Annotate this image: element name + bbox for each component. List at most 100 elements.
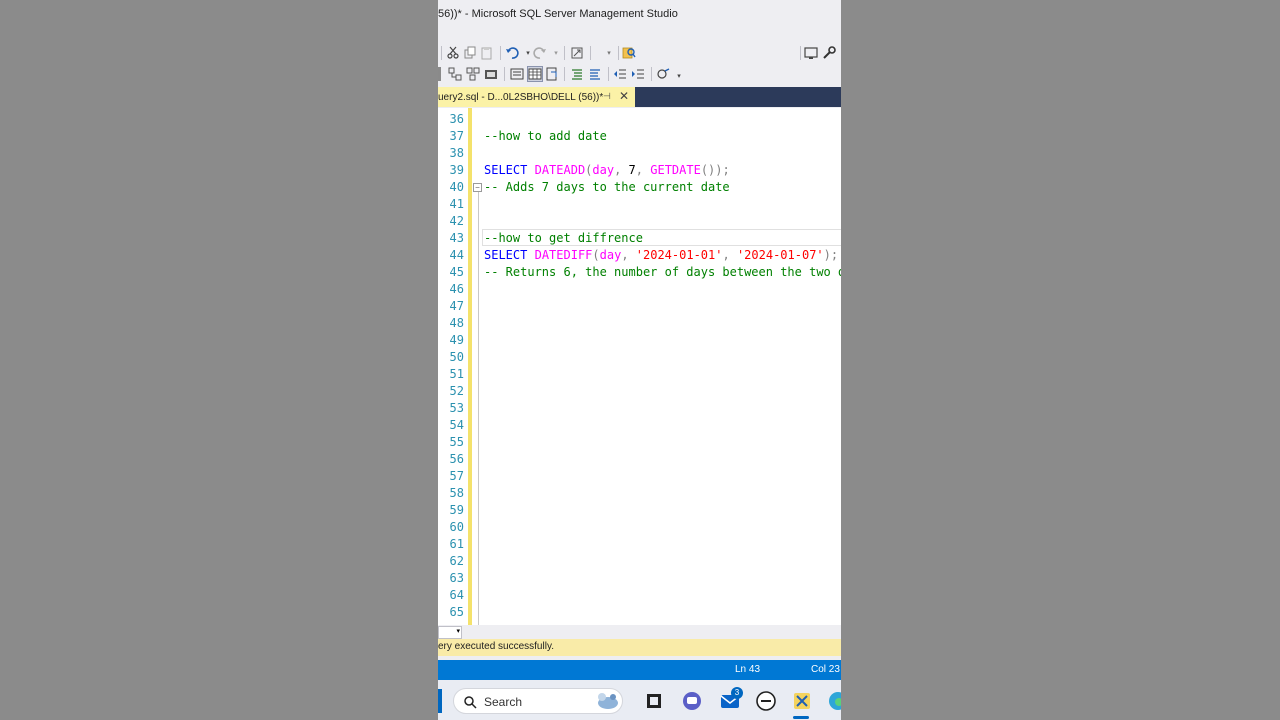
find-icon[interactable] [622,46,636,60]
toolbar-separator [590,46,591,60]
search-highlight-icon [598,693,618,709]
connect-icon[interactable] [448,67,462,81]
line-number: 40 [449,180,464,194]
specify-template-values-icon[interactable] [656,67,670,81]
toolbar-separator [564,67,565,81]
string-literal: '2024-01-01' [635,248,723,262]
line-number: 51 [449,367,464,381]
increase-indent-icon[interactable] [631,67,645,81]
code-line-39: SELECT DATEADD(day, 7, GETDATE()); [484,162,730,179]
solution-config-dropdown-icon[interactable]: ▾ [602,46,616,60]
background-left [0,0,438,720]
line-indicator: Ln 43 [735,664,761,675]
toolbar-separator [618,46,619,60]
standard-toolbar: ▾ ▾ ▾ # ▾ [438,42,841,102]
collapse-icon[interactable]: − [473,183,482,192]
toolbar-overflow-icon[interactable]: ▾ [672,69,686,83]
sql-editor-toolbar: ▾ [438,64,841,84]
undo-icon[interactable] [505,46,519,60]
taskbar-search[interactable]: Search [453,688,623,714]
redo-dropdown-icon[interactable]: ▾ [549,46,563,60]
dell-icon[interactable] [755,690,777,712]
comma: , [621,248,629,262]
line-number: 56 [449,452,464,466]
active-app-indicator [793,716,809,719]
toolbar-separator [651,67,652,81]
mail-badge: 3 [731,687,743,699]
line-number: 43 [449,231,464,245]
tab-label: uery2.sql - D...0L2SBHO\DELL (56))* [438,91,604,103]
available-databases-icon[interactable] [484,67,498,81]
start-button-edge[interactable] [438,689,442,713]
line-number: 45 [449,265,464,279]
line-number: 39 [449,163,464,177]
line-number: 47 [449,299,464,313]
code-line-40: -- Adds 7 days to the current date [484,180,730,194]
line-number: 49 [449,333,464,347]
editor-status-bar: Ln 43 Col 23 [438,660,841,680]
paste-icon[interactable] [480,46,494,60]
task-view-icon[interactable] [643,690,665,712]
datepart-day: day [592,163,615,177]
line-number: 53 [449,401,464,415]
toolbar-separator [504,67,505,81]
keyword-select: SELECT [484,163,528,177]
chevron-down-icon: ▾ [456,628,460,635]
status-message: ery executed successfully. [438,641,554,652]
title-bar: 56))* - Microsoft SQL Server Management … [438,0,841,30]
results-to-text-icon[interactable] [510,67,524,81]
line-number: 44 [449,248,464,262]
code-line-43: --how to get diffrence [484,231,643,245]
windows-taskbar: Search 3 [438,680,841,720]
background-right [841,0,1280,720]
teams-chat-icon[interactable] [681,690,703,712]
number-literal: 7 [621,163,636,177]
decrease-indent-icon[interactable] [613,67,627,81]
cut-icon[interactable] [446,46,460,60]
properties-icon[interactable] [804,46,818,60]
query-editor[interactable]: 36 37 38 39 40 41 42 43 44 45 46 47 48 4… [438,108,841,625]
change-tracking-bar [468,108,472,625]
line-number: 65 [449,605,464,619]
horizontal-scrollbar[interactable]: ▾ [438,625,841,639]
results-to-file-icon[interactable] [545,67,559,81]
edge-icon[interactable] [827,690,841,712]
line-number: 60 [449,520,464,534]
ssms-window: 56))* - Microsoft SQL Server Management … [438,0,841,720]
toolbar-separator [500,46,501,60]
line-number: 41 [449,197,464,211]
code-line-37: --how to add date [484,129,607,143]
line-number: 58 [449,486,464,500]
search-label: Search [484,695,523,709]
results-to-grid-icon[interactable] [527,66,543,82]
line-number: 64 [449,588,464,602]
paren-close: ()); [700,163,730,177]
function-getdate: GETDATE [650,163,701,177]
toolbar-separator [564,46,565,60]
line-number: 38 [449,146,464,160]
close-icon[interactable]: ✕ [619,89,629,103]
zoom-select[interactable]: ▾ [438,626,462,639]
toolbar-separator [800,46,801,60]
change-connection-icon[interactable] [466,67,480,81]
debug-icon[interactable] [570,46,584,60]
pin-icon[interactable]: ⊣ [603,91,611,102]
line-number: 46 [449,282,464,296]
redo-icon[interactable] [533,46,547,60]
line-number: 50 [449,350,464,364]
ssms-icon[interactable] [791,690,813,712]
datepart-day: day [599,248,622,262]
line-number: 52 [449,384,464,398]
copy-icon[interactable] [463,46,477,60]
wrench-icon[interactable] [822,46,836,60]
query-status-bar: ery executed successfully. [438,639,841,656]
tab-query2-sql[interactable]: uery2.sql - D...0L2SBHO\DELL (56))* ⊣ ✕ [438,87,635,107]
comment-lines-icon[interactable] [570,67,584,81]
code-line-44: SELECT DATEDIFF(day, '2024-01-01', '2024… [484,247,838,264]
code-line-45: -- Returns 6, the number of days between… [484,265,841,279]
window-title: 56))* - Microsoft SQL Server Management … [438,8,678,20]
line-number-gutter: 36 37 38 39 40 41 42 43 44 45 46 47 48 4… [438,108,468,625]
uncomment-lines-icon[interactable] [588,67,602,81]
line-number: 55 [449,435,464,449]
string-literal: '2024-01-07' [736,248,824,262]
